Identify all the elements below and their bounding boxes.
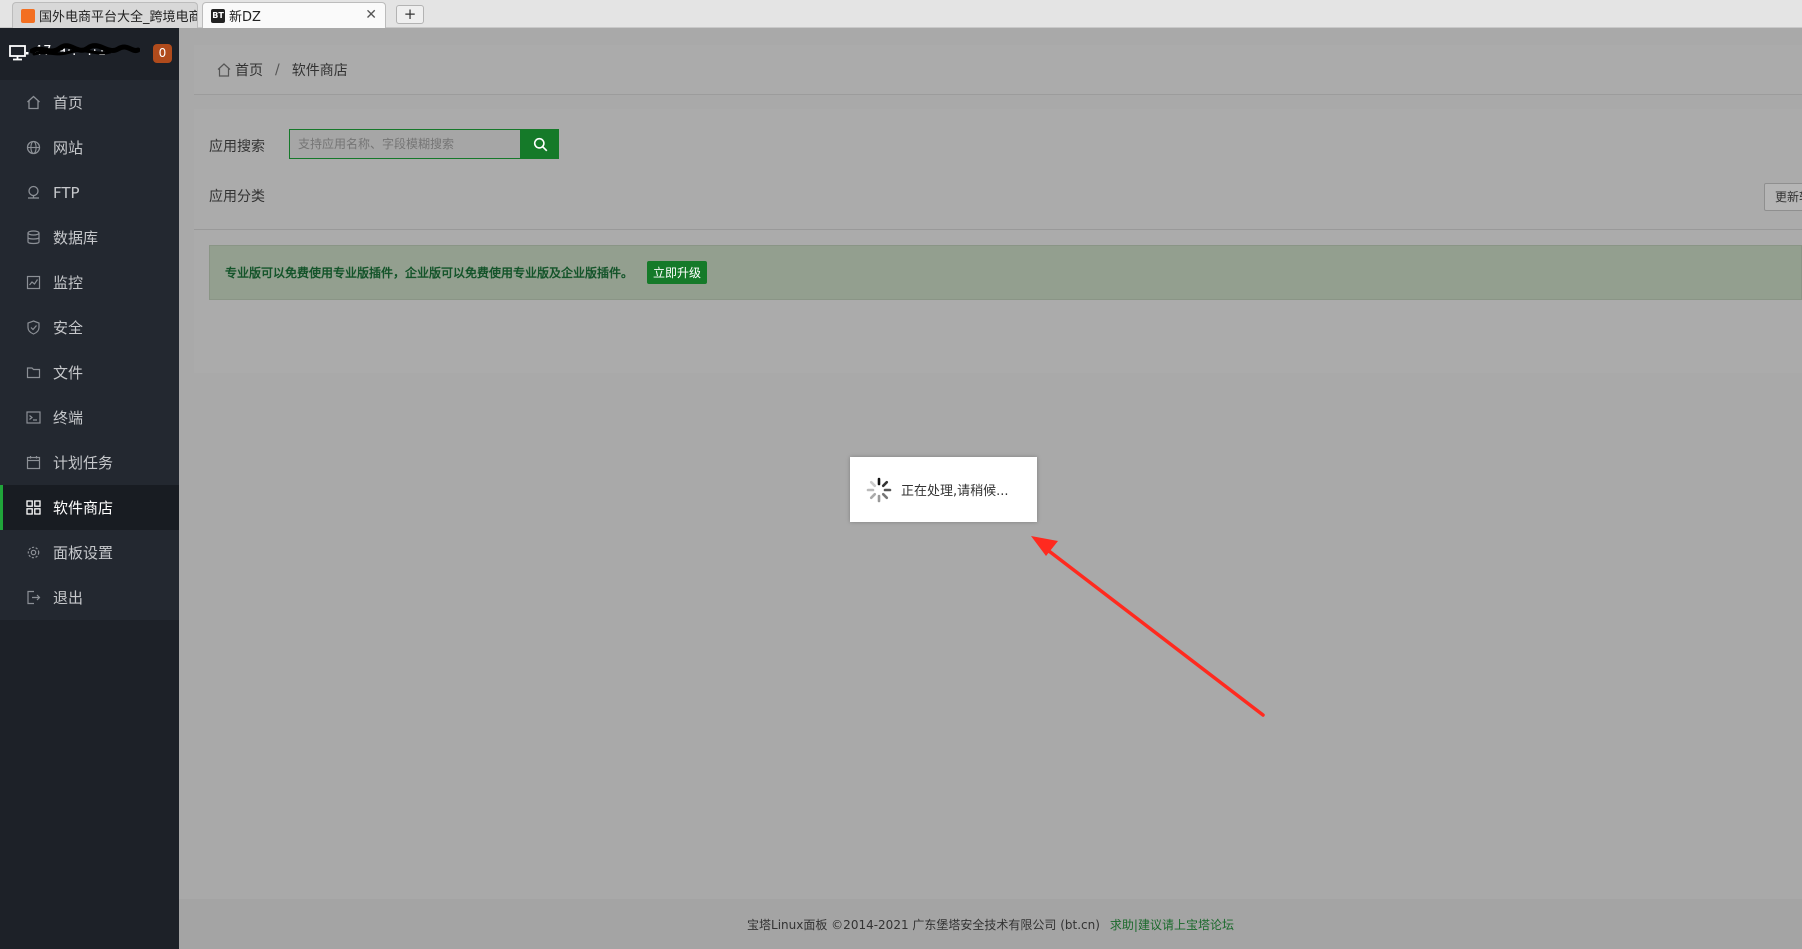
gear-icon (27, 546, 40, 559)
breadcrumb-home-link[interactable]: 首页 (235, 60, 263, 80)
pro-notice-banner: 专业版可以免费使用专业版插件，企业版可以免费使用专业版及企业版插件。 立即升级 (209, 245, 1802, 300)
sidebar-item-label: 面板设置 (53, 544, 114, 562)
globe-icon (26, 140, 41, 155)
loading-dialog: 正在处理,请稍候... (850, 457, 1037, 522)
sidebar-item-database[interactable]: 数据库 (0, 215, 179, 260)
sidebar-item-cron[interactable]: 计划任务 (0, 440, 179, 485)
footer-forum-link[interactable]: 求助|建议请上宝塔论坛 (1110, 916, 1234, 933)
redaction-scribble (30, 43, 140, 56)
sidebar-item-files[interactable]: 文件 (0, 350, 179, 395)
sidebar-item-software-store[interactable]: 软件商店 (0, 485, 179, 530)
sidebar-item-label: 退出 (53, 589, 84, 607)
sidebar-item-home[interactable]: 首页 (0, 80, 179, 125)
divider (194, 229, 1802, 230)
sidebar-item-panel-settings[interactable]: 面板设置 (0, 530, 179, 575)
sidebar-item-label: 终端 (53, 409, 84, 427)
sidebar: 47.9·.··.·1 0 首页 网站 FTP 数据库 监控 安全 文件 终端 … (0, 28, 179, 949)
sidebar-menu: 首页 网站 FTP 数据库 监控 安全 文件 终端 计划任务 软件商店 面板设置… (0, 80, 179, 620)
home-icon (27, 95, 40, 110)
browser-tab-strip: 国外电商平台大全_跨境电商 BT 新DZ ✕ + (0, 0, 1802, 28)
folder-icon (26, 367, 41, 379)
terminal-icon (26, 411, 41, 424)
breadcrumb-current: 软件商店 (291, 62, 348, 79)
notification-badge[interactable]: 0 (153, 44, 172, 63)
sidebar-item-label: FTP (53, 183, 80, 202)
sidebar-item-label: 软件商店 (53, 499, 114, 517)
sidebar-item-label: 文件 (53, 364, 84, 382)
update-software-list-button[interactable]: 更新软件列表 (1764, 183, 1802, 211)
upgrade-now-button[interactable]: 立即升级 (647, 261, 708, 284)
sidebar-item-label: 计划任务 (53, 454, 114, 472)
monitor-icon (9, 45, 29, 61)
apps-grid-icon (26, 500, 41, 515)
sidebar-item-ftp[interactable]: FTP (0, 170, 179, 215)
breadcrumb-separator: / (275, 61, 280, 78)
category-label: 应用分类 (209, 189, 265, 205)
bt-favicon-icon: BT (211, 9, 225, 23)
footer-copyright: 宝塔Linux面板 ©2014-2021 广东堡塔安全技术有限公司 (bt.cn… (747, 917, 1100, 932)
sidebar-item-label: 首页 (53, 94, 84, 112)
search-label: 应用搜索 (209, 139, 265, 155)
search-button[interactable] (521, 129, 559, 159)
sidebar-item-monitor[interactable]: 监控 (0, 260, 179, 305)
search-icon (533, 137, 547, 151)
sidebar-item-label: 网站 (53, 139, 84, 157)
loading-text: 正在处理,请稍候... (901, 484, 1009, 499)
sidebar-item-website[interactable]: 网站 (0, 125, 179, 170)
sidebar-item-logout[interactable]: 退出 (0, 575, 179, 620)
logout-icon (27, 590, 41, 605)
sidebar-item-label: 安全 (53, 319, 84, 337)
browser-tab-title: 国外电商平台大全_跨境电商 (39, 10, 198, 25)
ftp-icon (28, 185, 39, 199)
browser-tab-bt-panel[interactable]: BT 新DZ ✕ (202, 2, 386, 28)
sidebar-header: 47.9·.··.·1 0 (0, 28, 179, 80)
sidebar-item-label: 数据库 (53, 229, 99, 247)
close-tab-icon[interactable]: ✕ (365, 7, 377, 23)
store-favicon-icon (21, 9, 35, 23)
browser-tab-title: 新DZ (229, 10, 261, 25)
notice-text: 专业版可以免费使用专业版插件，企业版可以免费使用专业版及企业版插件。 (225, 266, 634, 280)
loading-spinner-icon (866, 477, 892, 502)
sidebar-item-terminal[interactable]: 终端 (0, 395, 179, 440)
breadcrumb: 首页 / 软件商店 (194, 45, 1802, 95)
database-icon (27, 230, 40, 245)
breadcrumb-home-icon[interactable] (217, 62, 231, 77)
shield-icon (27, 320, 40, 335)
sidebar-item-label: 监控 (53, 274, 84, 292)
calendar-icon (26, 456, 41, 470)
browser-tab-ecommerce[interactable]: 国外电商平台大全_跨境电商 (12, 2, 198, 28)
sidebar-item-security[interactable]: 安全 (0, 305, 179, 350)
footer: 宝塔Linux面板 ©2014-2021 广东堡塔安全技术有限公司 (bt.cn… (179, 899, 1802, 949)
new-tab-button[interactable]: + (396, 5, 424, 24)
software-store-panel: 应用搜索 应用分类 更新软件列表 专业版可以免费使用专业版插件，企业版可以免费使… (194, 109, 1802, 373)
app-search-input[interactable] (289, 129, 521, 159)
monitor-chart-icon (26, 275, 41, 290)
